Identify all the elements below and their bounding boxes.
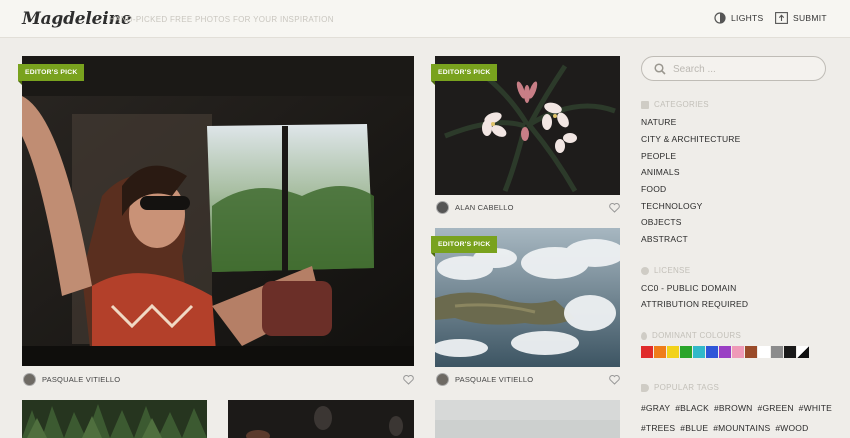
author-link[interactable]: PASQUALE VITIELLO <box>23 373 120 386</box>
colours-heading: DOMINANT COLOURS <box>641 331 741 340</box>
photo-pale[interactable] <box>435 400 620 438</box>
tag-gray[interactable]: #GRAY <box>641 403 670 413</box>
swatch-blue[interactable] <box>706 346 718 358</box>
editors-pick-badge: EDITOR'S PICK <box>431 64 498 85</box>
tags-row: #TREES #BLUE #MOUNTAINS #WOOD <box>641 423 808 433</box>
submit-button[interactable]: SUBMIT <box>775 12 827 24</box>
swatch-yellow[interactable] <box>667 346 679 358</box>
tag-white[interactable]: #WHITE <box>799 403 832 413</box>
lights-button[interactable]: LIGHTS <box>714 12 764 24</box>
author-name: ALAN CABELLO <box>455 203 514 212</box>
category-animals[interactable]: ANIMALS <box>641 167 680 177</box>
tag-blue[interactable]: #BLUE <box>680 423 708 433</box>
photo-image <box>228 400 414 438</box>
photo-image <box>22 400 207 438</box>
categories-heading: CATEGORIES <box>641 100 709 109</box>
tag-wood[interactable]: #WOOD <box>775 423 808 433</box>
author-link[interactable]: PASQUALE VITIELLO <box>436 373 533 386</box>
tag-trees[interactable]: #TREES <box>641 423 675 433</box>
category-food[interactable]: FOOD <box>641 184 666 194</box>
swatch-black-white[interactable] <box>797 346 809 358</box>
photo-trees[interactable] <box>22 400 207 438</box>
category-abstract[interactable]: ABSTRACT <box>641 234 688 244</box>
license-icon <box>641 266 649 275</box>
category-technology[interactable]: TECHNOLOGY <box>641 201 703 211</box>
author-name: PASQUALE VITIELLO <box>455 375 534 384</box>
license-attribution[interactable]: ATTRIBUTION REQUIRED <box>641 299 748 309</box>
license-heading: LICENSE <box>641 266 690 275</box>
category-nature[interactable]: NATURE <box>641 117 677 127</box>
tag-mountains[interactable]: #MOUNTAINS <box>713 423 770 433</box>
swatch-green[interactable] <box>680 346 692 358</box>
search-box <box>641 56 826 81</box>
lights-label: LIGHTS <box>731 13 764 23</box>
author-avatar <box>436 201 449 214</box>
swatch-white[interactable] <box>758 346 770 358</box>
category-objects[interactable]: OBJECTS <box>641 217 682 227</box>
colour-swatches <box>641 346 809 358</box>
tag-icon <box>641 383 649 392</box>
category-people[interactable]: PEOPLE <box>641 151 676 161</box>
editors-pick-badge: EDITOR'S PICK <box>431 236 498 257</box>
photo-dark-berries[interactable] <box>228 400 414 438</box>
swatch-gray[interactable] <box>771 346 783 358</box>
tags-heading: POPULAR TAGS <box>641 383 719 392</box>
drop-icon <box>641 331 647 340</box>
search-input[interactable] <box>673 60 813 78</box>
license-cc0[interactable]: CC0 - PUBLIC DOMAIN <box>641 283 736 293</box>
search-icon <box>654 63 666 75</box>
tag-black[interactable]: #BLACK <box>675 403 709 413</box>
site-tagline: HAND-PICKED FREE PHOTOS FOR YOUR INSPIRA… <box>109 15 334 24</box>
folder-icon <box>641 100 649 109</box>
swatch-pink[interactable] <box>732 346 744 358</box>
lights-icon <box>714 12 726 24</box>
swatch-black[interactable] <box>784 346 796 358</box>
swatch-orange[interactable] <box>654 346 666 358</box>
upload-icon <box>775 12 788 24</box>
category-city-architecture[interactable]: CITY & ARCHITECTURE <box>641 134 741 144</box>
tags-row: #GRAY #BLACK #BROWN #GREEN #WHITE <box>641 403 832 413</box>
site-header: Magdeleine HAND-PICKED FREE PHOTOS FOR Y… <box>0 0 850 38</box>
swatch-brown[interactable] <box>745 346 757 358</box>
photo-image <box>435 400 620 438</box>
author-link[interactable]: ALAN CABELLO <box>436 201 514 214</box>
author-avatar <box>436 373 449 386</box>
tag-brown[interactable]: #BROWN <box>714 403 753 413</box>
editors-pick-badge: EDITOR'S PICK <box>18 64 85 85</box>
swatch-purple[interactable] <box>719 346 731 358</box>
tag-green[interactable]: #GREEN <box>758 403 794 413</box>
photo-woman-in-car[interactable] <box>22 56 414 366</box>
swatch-red[interactable] <box>641 346 653 358</box>
heart-icon[interactable] <box>609 203 620 213</box>
submit-label: SUBMIT <box>793 13 827 23</box>
heart-icon[interactable] <box>609 375 620 385</box>
photo-image <box>22 56 414 366</box>
author-avatar <box>23 373 36 386</box>
author-name: PASQUALE VITIELLO <box>42 375 121 384</box>
heart-icon[interactable] <box>403 375 414 385</box>
swatch-cyan[interactable] <box>693 346 705 358</box>
